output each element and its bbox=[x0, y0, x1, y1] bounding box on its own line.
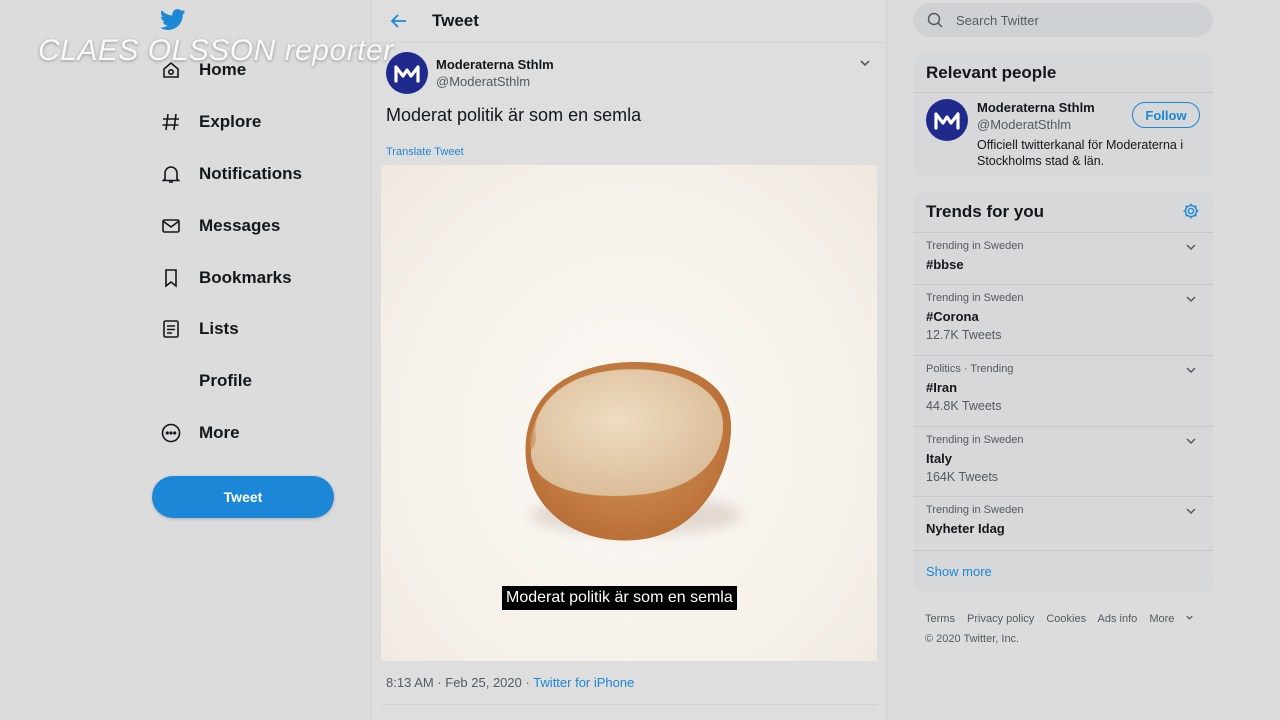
follow-button[interactable]: Follow bbox=[1132, 102, 1200, 128]
trend-item[interactable]: Trending in Sweden #bbse bbox=[913, 232, 1213, 284]
tweet-time[interactable]: 8:13 AM · Feb 25, 2020 · bbox=[386, 675, 533, 690]
chevron-down-icon[interactable] bbox=[1185, 241, 1197, 253]
footer-more-label: More bbox=[1149, 613, 1175, 625]
nav-messages-label: Messages bbox=[199, 216, 281, 235]
divider bbox=[381, 704, 877, 705]
tweet-source-link[interactable]: Twitter for iPhone bbox=[533, 675, 634, 690]
nav-explore-label: Explore bbox=[199, 112, 262, 131]
nav-more[interactable]: More bbox=[160, 418, 240, 448]
footer-terms-link[interactable]: Terms bbox=[925, 613, 955, 625]
nav-notifications-label: Notifications bbox=[199, 164, 302, 183]
relevant-people-title: Relevant people bbox=[926, 63, 1057, 82]
footer-more-link[interactable]: More bbox=[1149, 613, 1194, 625]
tweet-video[interactable]: Moderat politik är som en semla bbox=[381, 165, 877, 661]
show-more-link[interactable]: Show more bbox=[926, 564, 992, 579]
tweet-compose-button[interactable]: Tweet bbox=[152, 476, 334, 518]
trend-meta: Politics · Trending bbox=[926, 363, 1014, 375]
list-icon bbox=[160, 318, 182, 340]
nav-notifications[interactable]: Notifications bbox=[160, 159, 302, 189]
footer-cookies-link[interactable]: Cookies bbox=[1046, 613, 1086, 625]
chevron-down-icon[interactable] bbox=[1185, 505, 1197, 517]
relevant-people-card: Relevant people Moderaterna Sthlm @Moder… bbox=[913, 51, 1213, 177]
right-sidebar: Relevant people Moderaterna Sthlm @Moder… bbox=[913, 0, 1213, 720]
trends-title: Trends for you bbox=[926, 202, 1045, 221]
left-nav: Home Explore Notifications Messages Book… bbox=[150, 0, 370, 720]
trend-name: #bbse bbox=[926, 257, 964, 272]
tweet-detail-column: Tweet Moderaterna Sthlm @ModeratSthlm Mo… bbox=[371, 0, 887, 720]
copyright: © 2020 Twitter, Inc. bbox=[925, 633, 1020, 645]
profile-icon bbox=[160, 370, 182, 392]
trend-name: #Iran bbox=[926, 380, 958, 395]
divider bbox=[913, 92, 1213, 93]
twitter-bird-icon[interactable] bbox=[160, 8, 186, 32]
moderaterna-logo-icon bbox=[934, 112, 960, 130]
trend-name: Italy bbox=[926, 451, 953, 466]
trend-item[interactable]: Trending in Sweden Italy 164K Tweets bbox=[913, 426, 1213, 496]
relevant-person-name[interactable]: Moderaterna Sthlm bbox=[977, 100, 1095, 115]
author-name[interactable]: Moderaterna Sthlm bbox=[436, 57, 554, 72]
search-box[interactable] bbox=[913, 3, 1213, 37]
trend-count: 164K Tweets bbox=[926, 470, 999, 484]
relevant-person-bio: Officiell twitterkanal för Moderaterna i… bbox=[977, 138, 1184, 168]
relevant-person-handle[interactable]: @ModeratSthlm bbox=[977, 117, 1071, 132]
trend-count: 44.8K Tweets bbox=[926, 399, 1002, 413]
author-handle[interactable]: @ModeratSthlm bbox=[436, 74, 530, 89]
trend-item[interactable]: Politics · Trending #Iran 44.8K Tweets bbox=[913, 355, 1213, 426]
nav-more-label: More bbox=[199, 423, 240, 442]
nav-lists[interactable]: Lists bbox=[160, 314, 239, 344]
hash-icon bbox=[160, 111, 182, 133]
trend-item[interactable]: Trending in Sweden Nyheter Idag bbox=[913, 496, 1213, 550]
nav-explore[interactable]: Explore bbox=[160, 107, 261, 137]
nav-profile-label: Profile bbox=[199, 371, 252, 390]
nav-lists-label: Lists bbox=[199, 319, 239, 338]
gear-icon[interactable] bbox=[1182, 202, 1200, 220]
bell-icon bbox=[160, 163, 182, 185]
chevron-down-icon bbox=[1186, 615, 1194, 620]
chevron-down-icon[interactable] bbox=[1185, 435, 1197, 447]
nav-profile[interactable]: Profile bbox=[160, 366, 252, 396]
page-title: Tweet bbox=[432, 11, 479, 30]
chevron-down-icon[interactable] bbox=[858, 56, 872, 70]
search-icon bbox=[927, 12, 943, 28]
divider bbox=[913, 550, 1213, 551]
trend-count: 12.7K Tweets bbox=[926, 328, 1002, 342]
trend-meta: Trending in Sweden bbox=[926, 240, 1024, 252]
video-subtitle: Moderat politik är som en semla bbox=[502, 586, 737, 610]
nav-messages[interactable]: Messages bbox=[160, 211, 280, 241]
footer-privacy-link[interactable]: Privacy policy bbox=[967, 613, 1034, 625]
relevant-person-avatar[interactable] bbox=[926, 99, 968, 141]
trend-meta: Trending in Sweden bbox=[926, 504, 1024, 516]
trend-name: Nyheter Idag bbox=[926, 521, 1005, 536]
trend-meta: Trending in Sweden bbox=[926, 292, 1024, 304]
envelope-icon bbox=[160, 215, 182, 237]
chevron-down-icon[interactable] bbox=[1185, 364, 1197, 376]
tweet-timestamp: 8:13 AM · Feb 25, 2020 · Twitter for iPh… bbox=[386, 675, 634, 690]
more-icon bbox=[160, 422, 182, 444]
trend-name: #Corona bbox=[926, 309, 979, 324]
footer: Terms Privacy policy Cookies Ads info Mo… bbox=[925, 609, 1203, 649]
tweet-text: Moderat politik är som en semla bbox=[386, 105, 642, 125]
search-input[interactable] bbox=[956, 12, 1176, 28]
footer-links: Terms Privacy policy Cookies Ads info Mo… bbox=[925, 609, 1203, 629]
trend-item[interactable]: Trending in Sweden #Corona 12.7K Tweets bbox=[913, 284, 1213, 355]
footer-ads-info-link[interactable]: Ads info bbox=[1098, 613, 1138, 625]
trends-card: Trends for you Trending in Sweden #bbse … bbox=[913, 192, 1213, 592]
trend-meta: Trending in Sweden bbox=[926, 434, 1024, 446]
back-arrow-icon[interactable] bbox=[388, 10, 410, 32]
nav-bookmarks-label: Bookmarks bbox=[199, 268, 292, 287]
nav-bookmarks[interactable]: Bookmarks bbox=[160, 263, 292, 293]
tweet-header: Tweet bbox=[372, 0, 886, 43]
bookmark-icon bbox=[160, 267, 182, 289]
translate-tweet-link[interactable]: Translate Tweet bbox=[386, 146, 464, 158]
chevron-down-icon[interactable] bbox=[1185, 293, 1197, 305]
moderaterna-logo-icon bbox=[394, 65, 420, 83]
reporter-credit-overlay: CLAES OLSSON reporter bbox=[38, 34, 394, 67]
